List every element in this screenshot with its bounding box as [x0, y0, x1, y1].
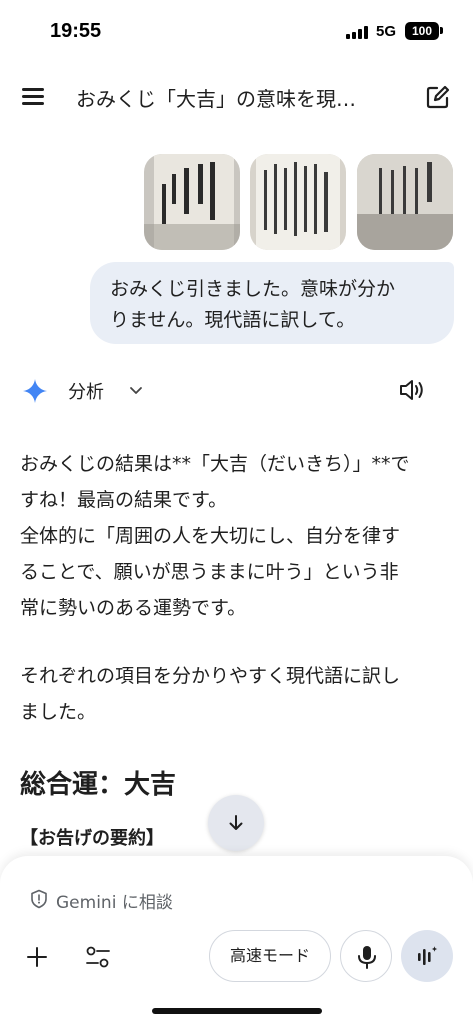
- microphone-icon: [358, 946, 376, 969]
- signal-icon: [346, 26, 370, 39]
- live-mode-button[interactable]: [401, 930, 453, 982]
- response-heading: 総合運：大吉: [20, 770, 177, 800]
- response-line: おみくじの結果は**「大吉（だいきち）」**で: [20, 453, 410, 475]
- tools-icon[interactable]: [84, 944, 112, 970]
- user-message-line-1: おみくじ引きました。意味が分か: [110, 278, 396, 300]
- response-line: ました。: [20, 701, 97, 723]
- battery-icon: 100: [405, 22, 439, 40]
- network-label: 5G: [376, 23, 397, 40]
- status-bar: 19:55 5G 100: [0, 0, 473, 60]
- response-line: それぞれの項目を分かりやすく現代語に訳し: [20, 665, 401, 687]
- chat-title[interactable]: おみくじ「大吉」の意味を現…: [76, 83, 406, 112]
- user-message-bubble: おみくじ引きました。意味が分か りません。現代語に訳して。: [90, 262, 454, 344]
- shield-icon: [31, 889, 47, 909]
- response-line: 常に勢いのある運勢です。: [20, 597, 247, 619]
- response-subheading: 【お告げの要約】: [20, 828, 164, 849]
- microphone-button[interactable]: [340, 930, 392, 982]
- new-chat-icon[interactable]: [425, 84, 451, 110]
- response-paragraph-2: それぞれの項目を分かりやすく現代語に訳し ました。: [20, 658, 450, 730]
- attachment-image-2[interactable]: [250, 154, 346, 250]
- chevron-down-icon[interactable]: [128, 382, 144, 398]
- model-mode-button[interactable]: 高速モード: [209, 930, 331, 982]
- response-line: 全体的に「周囲の人を大切にし、自分を律す: [20, 525, 401, 547]
- home-indicator: [152, 1008, 322, 1014]
- response-line: すね！最高の結果です。: [20, 489, 228, 511]
- analysis-toggle-label[interactable]: 分析: [68, 378, 104, 404]
- chat-header: おみくじ「大吉」の意味を現…: [0, 70, 473, 124]
- battery-tip: [440, 27, 443, 34]
- add-attachment-icon[interactable]: [24, 944, 50, 970]
- arrow-down-icon: [229, 815, 243, 830]
- hamburger-menu-icon[interactable]: [22, 86, 46, 106]
- scroll-down-button[interactable]: [208, 795, 264, 851]
- attachment-image-3[interactable]: [357, 154, 453, 250]
- user-message-line-2: りません。現代語に訳して。: [110, 309, 356, 331]
- status-time: 19:55: [50, 20, 102, 42]
- analysis-row: 分析: [0, 370, 473, 410]
- composer-panel: Gemini に相談 高速モード: [0, 856, 473, 1024]
- attachment-image-1[interactable]: [144, 154, 240, 250]
- read-aloud-icon[interactable]: [398, 377, 426, 403]
- prompt-placeholder: Gemini に相談: [56, 893, 173, 913]
- gemini-sparkle-icon: [22, 378, 48, 404]
- response-paragraph-1: おみくじの結果は**「大吉（だいきち）」**で すね！最高の結果です。 全体的に…: [20, 446, 450, 626]
- live-waveform-icon: [418, 946, 438, 965]
- response-line: ることで、願いが思うままに叶う」という非: [20, 561, 399, 583]
